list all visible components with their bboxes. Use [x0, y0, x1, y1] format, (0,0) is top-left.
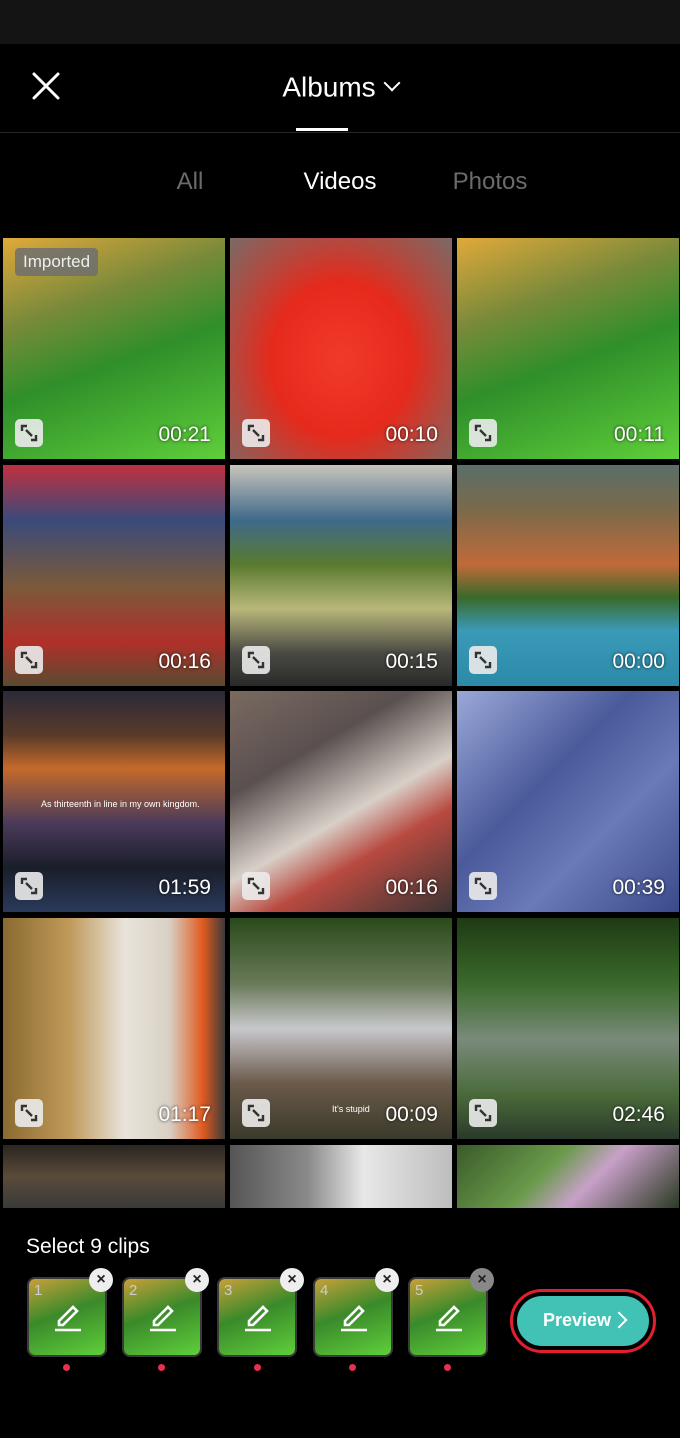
expand-icon[interactable] [242, 646, 270, 674]
remove-clip-button[interactable]: × [470, 1268, 494, 1292]
media-tile[interactable]: 00:16 [230, 691, 452, 912]
video-thumbnail [3, 1145, 225, 1208]
clip-number: 4 [320, 1282, 329, 1299]
media-tile[interactable]: It's stupid 00:09 [230, 918, 452, 1139]
media-tile[interactable]: 00:00 [457, 465, 679, 686]
video-duration: 00:21 [158, 423, 211, 446]
chevron-down-icon [383, 74, 401, 92]
edit-icon[interactable] [146, 1299, 180, 1333]
preview-button-fill: Preview [517, 1296, 649, 1346]
expand-icon[interactable] [469, 646, 497, 674]
remove-clip-button[interactable]: × [280, 1268, 304, 1292]
select-clips-label: Select 9 clips [26, 1235, 150, 1258]
media-tile[interactable] [3, 1145, 225, 1208]
video-duration: 00:09 [385, 1103, 438, 1126]
expand-icon[interactable] [15, 419, 43, 447]
status-bar [0, 0, 680, 44]
tab-videos[interactable]: Videos [304, 168, 377, 196]
media-grid: Imported 00:21 00:10 00:11 00:16 00:15 0… [0, 238, 680, 1208]
media-tile[interactable]: 00:11 [457, 238, 679, 459]
remove-clip-button[interactable]: × [375, 1268, 399, 1292]
clip-indicator-dot [444, 1364, 451, 1371]
expand-icon[interactable] [469, 419, 497, 447]
expand-icon[interactable] [15, 872, 43, 900]
video-duration: 00:16 [385, 876, 438, 899]
video-duration: 00:10 [385, 423, 438, 446]
clip-indicator-dot [158, 1364, 165, 1371]
preview-label: Preview [543, 1310, 612, 1330]
media-tile[interactable] [230, 1145, 452, 1208]
clip-indicator-dot [254, 1364, 261, 1371]
header: Albums [0, 44, 680, 133]
video-caption: As thirteenth in line in my own kingdom. [41, 799, 200, 809]
video-duration: 00:15 [385, 650, 438, 673]
media-tile[interactable]: 00:16 [3, 465, 225, 686]
selection-panel: Select 9 clips 1 × 2 × 3 × 4 × 5 × Previ… [0, 1208, 680, 1438]
chevron-right-icon [610, 1311, 628, 1329]
edit-icon[interactable] [337, 1299, 371, 1333]
video-thumbnail [230, 1145, 452, 1208]
expand-icon[interactable] [242, 872, 270, 900]
media-tile[interactable] [457, 1145, 679, 1208]
expand-icon[interactable] [469, 1099, 497, 1127]
edit-icon[interactable] [241, 1299, 275, 1333]
tab-all[interactable]: All [177, 168, 204, 196]
imported-badge: Imported [15, 248, 99, 276]
remove-clip-button[interactable]: × [89, 1268, 113, 1292]
video-duration: 00:16 [158, 650, 211, 673]
media-tile[interactable]: As thirteenth in line in my own kingdom.… [3, 691, 225, 912]
tab-photos[interactable]: Photos [453, 168, 528, 196]
expand-icon[interactable] [469, 872, 497, 900]
clip-indicator-dot [349, 1364, 356, 1371]
media-tile[interactable]: Imported 00:21 [3, 238, 225, 459]
media-tile[interactable]: 00:39 [457, 691, 679, 912]
clip-indicator-dot [63, 1364, 70, 1371]
edit-icon[interactable] [432, 1299, 466, 1333]
media-tile[interactable]: 02:46 [457, 918, 679, 1139]
video-duration: 01:17 [158, 1103, 211, 1126]
page-title: Albums [282, 71, 376, 103]
expand-icon[interactable] [15, 646, 43, 674]
video-duration: 00:11 [614, 423, 665, 446]
clip-number: 5 [415, 1282, 424, 1299]
media-tile[interactable]: 00:15 [230, 465, 452, 686]
title-underline [296, 128, 348, 131]
preview-button[interactable]: Preview [510, 1289, 656, 1353]
video-thumbnail [457, 1145, 679, 1208]
video-caption: It's stupid [332, 1104, 370, 1114]
clip-number: 2 [129, 1282, 138, 1299]
expand-icon[interactable] [242, 419, 270, 447]
media-tile[interactable]: 00:10 [230, 238, 452, 459]
media-type-tabs: All Videos Photos [0, 168, 680, 204]
expand-icon[interactable] [242, 1099, 270, 1127]
video-duration: 00:39 [612, 876, 665, 899]
albums-dropdown[interactable]: Albums [0, 70, 680, 104]
media-tile[interactable]: 01:17 [3, 918, 225, 1139]
edit-icon[interactable] [51, 1299, 85, 1333]
video-duration: 00:00 [612, 650, 665, 673]
clip-number: 1 [34, 1282, 43, 1299]
video-duration: 01:59 [158, 876, 211, 899]
remove-clip-button[interactable]: × [185, 1268, 209, 1292]
video-duration: 02:46 [612, 1103, 665, 1126]
expand-icon[interactable] [15, 1099, 43, 1127]
clip-number: 3 [224, 1282, 233, 1299]
